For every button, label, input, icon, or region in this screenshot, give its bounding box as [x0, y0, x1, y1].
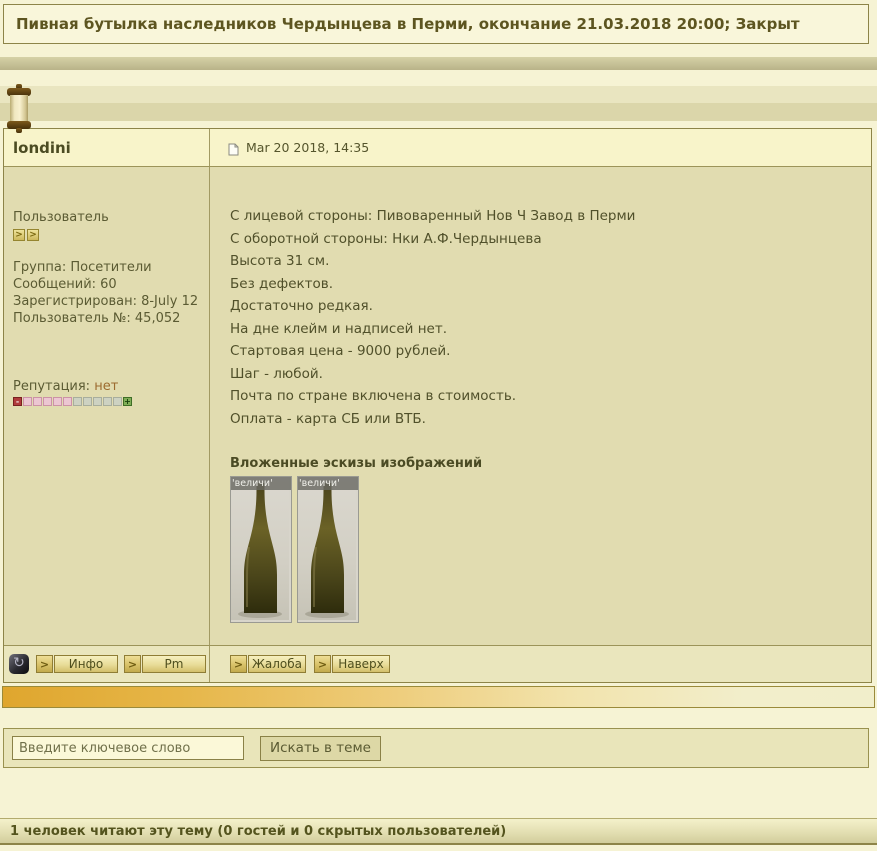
- reputation-gray-square: [103, 397, 112, 406]
- reputation-line: Репутация: нет: [13, 379, 209, 394]
- reputation-plus-square[interactable]: +: [123, 397, 132, 406]
- button-arrow-icon: >: [314, 655, 331, 673]
- user-rank-pips: > >: [13, 229, 209, 241]
- user-detail-line: Группа: Посетители: [13, 260, 152, 275]
- post-text-line: Почта по стране включена в стоимость.: [230, 388, 517, 404]
- info-button[interactable]: > Инфо: [36, 655, 118, 673]
- post-header-row: londini Mar 20 2018, 14:35: [4, 129, 871, 167]
- post-text: С лицевой стороны: Пивоваренный Нов Ч За…: [230, 205, 861, 430]
- keyword-search-input[interactable]: [12, 736, 244, 760]
- post-text-line: Без дефектов.: [230, 275, 334, 292]
- reputation-bar: - +: [13, 397, 209, 406]
- button-arrow-icon: >: [230, 655, 247, 673]
- attachments-title: Вложенные эскизы изображений: [230, 456, 483, 471]
- user-detail-line: Пользователь №: 45,052: [13, 311, 181, 326]
- reputation-gray-square: [93, 397, 102, 406]
- readers-status-bar: 1 человек читают эту тему (0 гостей и 0 …: [0, 818, 877, 845]
- post-content: С лицевой стороны: Пивоваренный Нов Ч За…: [210, 167, 871, 645]
- user-details: Группа: Посетители Сообщений: 60 Зарегистр…: [13, 259, 209, 327]
- post-text-line: На дне клейм и надписей нет.: [230, 320, 447, 337]
- author-header-cell: londini: [4, 129, 210, 166]
- post-text-line: С оборотной стороны: Нки А.Ф.Чердынцева: [230, 230, 542, 247]
- thumbnail-enlarge-caption: 'величи': [298, 477, 358, 490]
- post-text-line: Стартовая цена - 9000 рублей.: [230, 343, 451, 359]
- attachments-row: 'величи' 'величи': [230, 476, 861, 623]
- reputation-pink-square: [53, 397, 62, 406]
- report-button-label: Жалоба: [248, 655, 306, 673]
- reputation-minus-square[interactable]: -: [13, 397, 22, 406]
- user-info-panel: Пользователь > > Группа: Посетители Сообщ…: [4, 167, 210, 645]
- post-body-row: Пользователь > > Группа: Посетители Сообщ…: [4, 167, 871, 645]
- post-text-line: Оплата - карта СБ или ВТБ.: [230, 410, 426, 427]
- forum-topic-page: Пивная бутылка наследников Чердынцева в …: [0, 0, 877, 851]
- user-offline-icon: ↻: [9, 654, 29, 674]
- rank-pip-icon: >: [27, 229, 39, 241]
- rank-pip-icon: >: [13, 229, 25, 241]
- go-top-button[interactable]: > Наверх: [314, 655, 390, 673]
- search-in-topic-button[interactable]: Искать в теме: [260, 735, 381, 761]
- post-author-link[interactable]: londini: [13, 139, 71, 157]
- button-arrow-icon: >: [36, 655, 53, 673]
- reputation-gray-square: [113, 397, 122, 406]
- reputation-value: нет: [94, 379, 119, 394]
- reputation-gray-square: [83, 397, 92, 406]
- topic-title: Пивная бутылка наследников Чердынцева в …: [16, 15, 800, 33]
- attachment-thumbnail[interactable]: 'величи': [297, 476, 359, 623]
- footer-right-cell: > Жалоба > Наверх: [210, 646, 871, 682]
- post-text-line: Достаточно редкая.: [230, 298, 373, 314]
- post-date: Mar 20 2018, 14:35: [246, 140, 370, 155]
- info-button-label: Инфо: [54, 655, 118, 673]
- attachment-thumbnail[interactable]: 'величи': [230, 476, 292, 623]
- user-detail-line: Зарегистрирован: 8-July 12: [13, 294, 199, 309]
- thumbnail-enlarge-caption: 'величи': [231, 477, 291, 490]
- pm-button-label: Pm: [142, 655, 206, 673]
- topic-search-panel: Искать в теме: [3, 728, 869, 768]
- user-group-title: Пользователь: [13, 210, 109, 225]
- pm-button[interactable]: > Pm: [124, 655, 206, 673]
- post-text-line: Высота 31 см.: [230, 253, 330, 269]
- post-footer-row: ↻ > Инфо > Pm > Жалоба > Наверх: [4, 645, 871, 682]
- decor-band-mid-dark: [0, 103, 877, 121]
- reputation-pink-square: [63, 397, 72, 406]
- reputation-gray-square: [73, 397, 82, 406]
- reputation-label: Репутация:: [13, 379, 91, 394]
- post-table: londini Mar 20 2018, 14:35 Пользователь …: [3, 128, 872, 683]
- footer-left-cell: ↻ > Инфо > Pm: [4, 646, 210, 682]
- reputation-pink-square: [23, 397, 32, 406]
- readers-status-text: 1 человек читают эту тему (0 гостей и 0 …: [10, 823, 507, 839]
- closed-topic-scroll-icon: [6, 84, 32, 133]
- topic-title-bar: Пивная бутылка наследников Чердынцева в …: [3, 4, 869, 44]
- reputation-pink-square: [43, 397, 52, 406]
- decor-band-mid-light: [0, 86, 877, 103]
- post-text-line: Шаг - любой.: [230, 365, 323, 382]
- decor-band-top: [0, 57, 877, 70]
- topic-options-gradient-bar: [2, 686, 875, 708]
- go-top-button-label: Наверх: [332, 655, 390, 673]
- report-button[interactable]: > Жалоба: [230, 655, 306, 673]
- reputation-pink-square: [33, 397, 42, 406]
- post-text-line: С лицевой стороны: Пивоваренный Нов Ч За…: [230, 208, 636, 224]
- button-arrow-icon: >: [124, 655, 141, 673]
- date-header-cell: Mar 20 2018, 14:35: [210, 129, 871, 166]
- user-detail-line: Сообщений: 60: [13, 277, 117, 292]
- post-anchor-icon[interactable]: [228, 141, 239, 156]
